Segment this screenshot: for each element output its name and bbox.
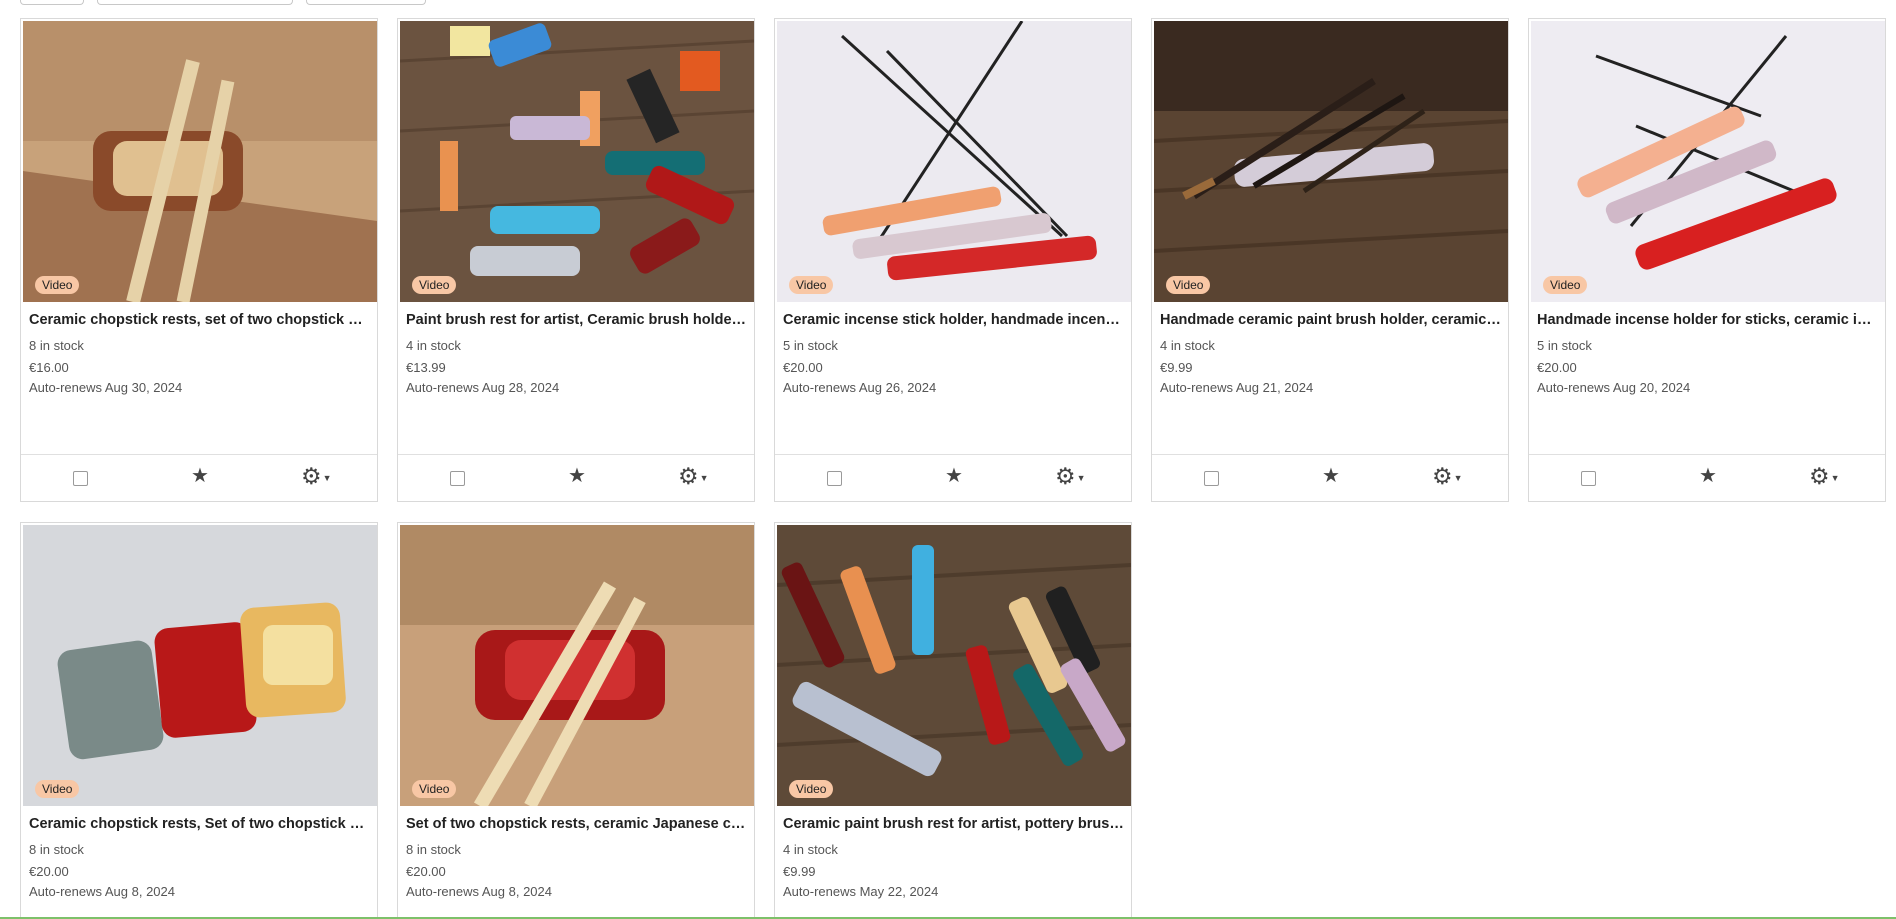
caret-down-icon: ▼ — [1830, 472, 1840, 483]
stock-count: 4 in stock — [1160, 338, 1215, 353]
listings-grid: Video Ceramic chopstick rests, set of tw… — [20, 18, 1892, 919]
auto-renew-date: Auto-renews Aug 28, 2024 — [406, 380, 560, 395]
toolbar-dropdown[interactable] — [306, 0, 426, 5]
listing-image[interactable]: Video — [23, 21, 377, 302]
card-actions: ★ ⚙▼ — [775, 454, 1131, 501]
card-actions: ★ ⚙▼ — [21, 454, 377, 501]
toolbar-button[interactable] — [20, 0, 84, 5]
listing-price: €20.00 — [1537, 360, 1577, 375]
listing-card[interactable]: Video Ceramic chopstick rests, set of tw… — [20, 18, 378, 502]
star-icon[interactable]: ★ — [1699, 464, 1717, 488]
stock-count: 5 in stock — [783, 338, 838, 353]
auto-renew-date: Auto-renews May 22, 2024 — [783, 884, 939, 899]
stock-count: 8 in stock — [29, 842, 84, 857]
gear-icon[interactable]: ⚙▼ — [1432, 463, 1463, 491]
video-badge: Video — [412, 780, 457, 798]
listing-card[interactable]: Video Ceramic chopstick rests, Set of tw… — [20, 522, 378, 919]
listing-price: €9.99 — [1160, 360, 1193, 375]
listing-title[interactable]: Ceramic paint brush rest for artist, pot… — [783, 816, 1125, 832]
gear-icon[interactable]: ⚙▼ — [301, 463, 332, 491]
listing-title[interactable]: Set of two chopstick rests, ceramic Japa… — [406, 816, 748, 832]
toolbar-button-group[interactable] — [97, 0, 293, 5]
stock-count: 8 in stock — [406, 842, 461, 857]
stock-count: 8 in stock — [29, 338, 84, 353]
card-actions: ★ ⚙▼ — [398, 454, 754, 501]
auto-renew-date: Auto-renews Aug 8, 2024 — [29, 884, 175, 899]
checkbox-icon[interactable] — [1581, 471, 1596, 486]
auto-renew-date: Auto-renews Aug 20, 2024 — [1537, 380, 1691, 395]
listing-price: €20.00 — [783, 360, 823, 375]
stock-count: 5 in stock — [1537, 338, 1592, 353]
video-badge: Video — [1166, 276, 1211, 294]
listing-title[interactable]: Ceramic chopstick rests, Set of two chop… — [29, 816, 371, 832]
listing-title[interactable]: Ceramic incense stick holder, handmade i… — [783, 312, 1125, 328]
video-badge: Video — [35, 780, 80, 798]
listing-image[interactable]: Video — [400, 525, 754, 806]
card-actions: ★ ⚙▼ — [1152, 454, 1508, 501]
listing-card[interactable]: Video Handmade incense holder for sticks… — [1528, 18, 1886, 502]
auto-renew-date: Auto-renews Aug 21, 2024 — [1160, 380, 1314, 395]
auto-renew-date: Auto-renews Aug 26, 2024 — [783, 380, 937, 395]
gear-icon[interactable]: ⚙▼ — [1055, 463, 1086, 491]
listing-title[interactable]: Ceramic chopstick rests, set of two chop… — [29, 312, 371, 328]
listing-price: €13.99 — [406, 360, 446, 375]
video-badge: Video — [789, 276, 834, 294]
auto-renew-date: Auto-renews Aug 8, 2024 — [406, 884, 552, 899]
caret-down-icon: ▼ — [322, 472, 332, 483]
listing-price: €20.00 — [406, 864, 446, 879]
checkbox-icon[interactable] — [73, 471, 88, 486]
listing-title[interactable]: Handmade ceramic paint brush holder, cer… — [1160, 312, 1502, 328]
stock-count: 4 in stock — [783, 842, 838, 857]
star-icon[interactable]: ★ — [568, 464, 586, 488]
listing-image[interactable]: Video — [777, 525, 1131, 806]
gear-icon[interactable]: ⚙▼ — [1809, 463, 1840, 491]
star-icon[interactable]: ★ — [1322, 464, 1340, 488]
listing-image[interactable]: Video — [400, 21, 754, 302]
listing-card[interactable]: Video Ceramic paint brush rest for artis… — [774, 522, 1132, 919]
listing-title[interactable]: Handmade incense holder for sticks, cera… — [1537, 312, 1879, 328]
listing-price: €16.00 — [29, 360, 69, 375]
listing-card[interactable]: Video Set of two chopstick rests, cerami… — [397, 522, 755, 919]
card-actions: ★ ⚙▼ — [1529, 454, 1885, 501]
listing-card[interactable]: Video Ceramic incense stick holder, hand… — [774, 18, 1132, 502]
checkbox-icon[interactable] — [1204, 471, 1219, 486]
checkbox-icon[interactable] — [450, 471, 465, 486]
listing-price: €20.00 — [29, 864, 69, 879]
listing-image[interactable]: Video — [1154, 21, 1508, 302]
caret-down-icon: ▼ — [1076, 472, 1086, 483]
gear-icon[interactable]: ⚙▼ — [678, 463, 709, 491]
video-badge: Video — [412, 276, 457, 294]
video-badge: Video — [35, 276, 80, 294]
listing-image[interactable]: Video — [1531, 21, 1885, 302]
auto-renew-date: Auto-renews Aug 30, 2024 — [29, 380, 183, 395]
caret-down-icon: ▼ — [699, 472, 709, 483]
checkbox-icon[interactable] — [827, 471, 842, 486]
listing-card[interactable]: Video Handmade ceramic paint brush holde… — [1151, 18, 1509, 502]
listing-title[interactable]: Paint brush rest for artist, Ceramic bru… — [406, 312, 748, 328]
star-icon[interactable]: ★ — [945, 464, 963, 488]
caret-down-icon: ▼ — [1453, 472, 1463, 483]
listing-card[interactable]: Video Paint brush rest for artist, Ceram… — [397, 18, 755, 502]
listing-image[interactable]: Video — [23, 525, 377, 806]
video-badge: Video — [1543, 276, 1588, 294]
stock-count: 4 in stock — [406, 338, 461, 353]
listing-price: €9.99 — [783, 864, 816, 879]
video-badge: Video — [789, 780, 834, 798]
star-icon[interactable]: ★ — [191, 464, 209, 488]
listing-image[interactable]: Video — [777, 21, 1131, 302]
